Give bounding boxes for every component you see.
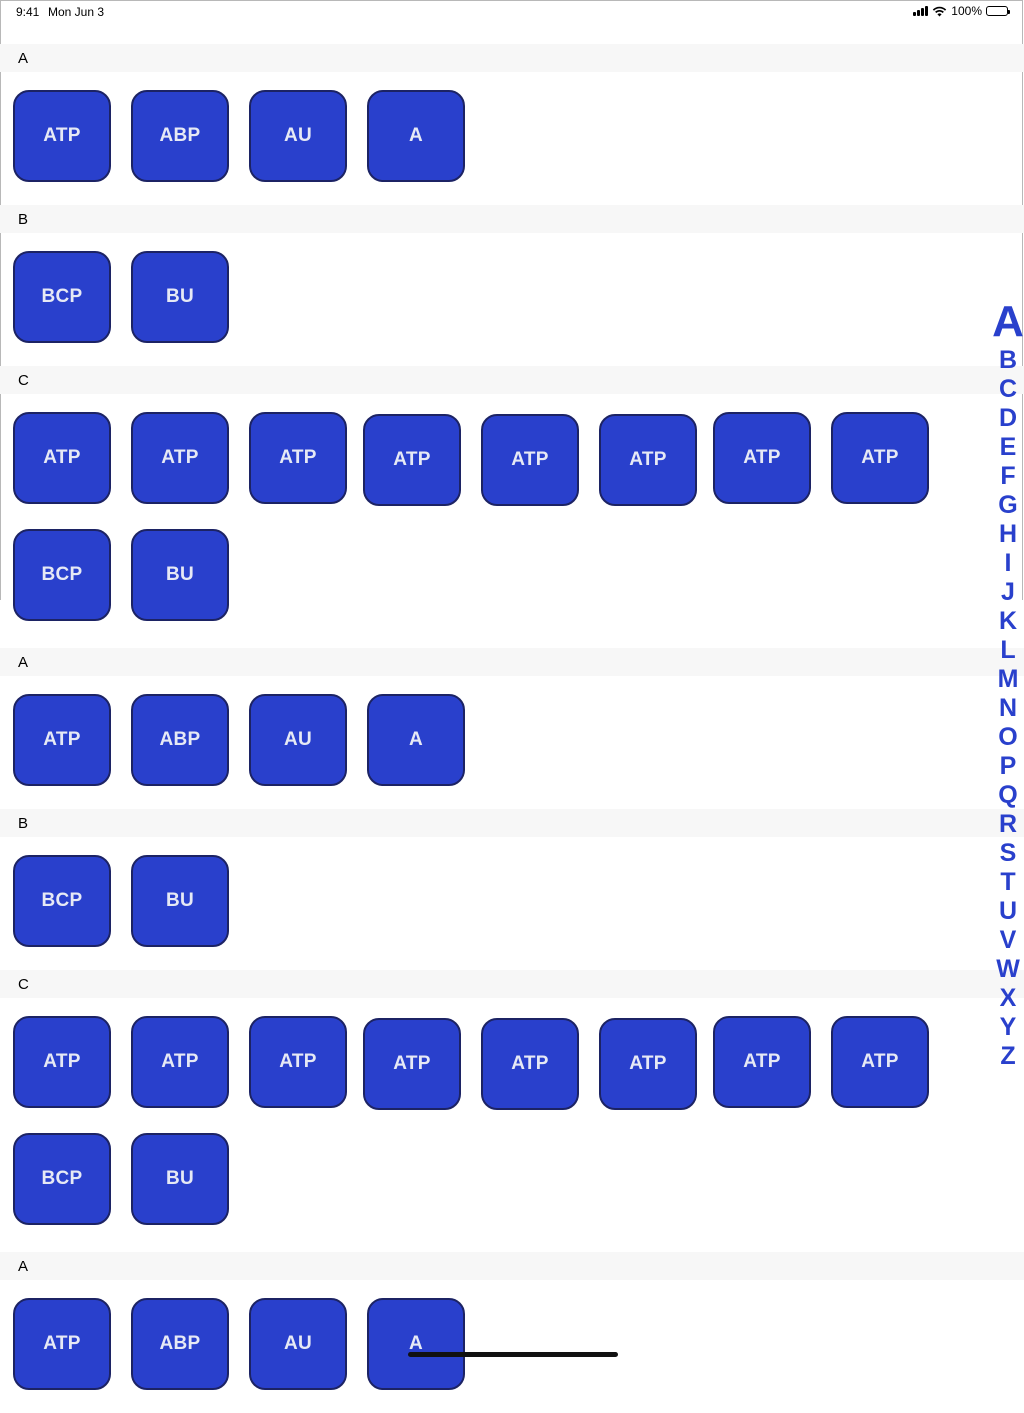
section-title: B <box>18 211 29 228</box>
tile-button[interactable]: ATP <box>131 412 229 504</box>
section-index-letter-r[interactable]: R <box>992 810 1024 839</box>
section-index-letter-n[interactable]: N <box>992 694 1024 723</box>
section-index-letter-i[interactable]: I <box>992 549 1024 578</box>
section-index-letter-l[interactable]: L <box>992 636 1024 665</box>
section-title: C <box>18 372 29 389</box>
tile-button[interactable]: ATP <box>363 414 461 506</box>
battery-icon <box>986 6 1010 16</box>
tile-button[interactable]: ATP <box>713 412 811 504</box>
tile-button[interactable]: ATP <box>481 414 579 506</box>
home-indicator[interactable] <box>408 1352 618 1357</box>
section-header: C <box>0 970 1024 998</box>
section-header: B <box>0 809 1024 837</box>
tile-button[interactable]: BU <box>131 251 229 343</box>
section-tiles: ATP ATP ATP ATP ATP ATP ATP ATP BCP BU <box>0 394 1024 648</box>
section-title: A <box>18 654 29 671</box>
tile-button[interactable]: BU <box>131 1133 229 1225</box>
status-date: Mon Jun 3 <box>48 5 105 19</box>
tile-button[interactable]: ATP <box>249 1016 347 1108</box>
section-index-letter-j[interactable]: J <box>992 578 1024 607</box>
section-index-letter-y[interactable]: Y <box>992 1013 1024 1042</box>
section-index-letter-f[interactable]: F <box>992 462 1024 491</box>
tile-button[interactable]: ATP <box>481 1018 579 1110</box>
tile-button[interactable]: ATP <box>13 90 111 182</box>
section-index-letter-o[interactable]: O <box>992 723 1024 752</box>
section-tiles: ATP ABP AU A <box>0 1280 1024 1413</box>
tile-button[interactable]: A <box>367 694 465 786</box>
tile-button[interactable]: A <box>367 1298 465 1390</box>
status-indicators: 100% <box>913 4 1010 18</box>
section-title: B <box>18 815 29 832</box>
tile-button[interactable]: BCP <box>13 1133 111 1225</box>
section-index-letter-q[interactable]: Q <box>992 781 1024 810</box>
tile-button[interactable]: ATP <box>13 694 111 786</box>
section-tiles: ATP ATP ATP ATP ATP ATP ATP ATP BCP BU <box>0 998 1024 1252</box>
section-tiles: ATP ABP AU A <box>0 676 1024 809</box>
tile-button[interactable]: ATP <box>249 412 347 504</box>
section-title: A <box>18 1258 29 1275</box>
section-list[interactable]: A ATP ABP AU A B BCP BU C ATP ATP ATP ATP ATP ATP ATP AT… <box>0 44 1024 1413</box>
section-index-letter-s[interactable]: S <box>992 839 1024 868</box>
section-index-letter-e[interactable]: E <box>992 433 1024 462</box>
section-index-letter-z[interactable]: Z <box>992 1042 1024 1071</box>
tile-button[interactable]: A <box>367 90 465 182</box>
tile-button[interactable]: BCP <box>13 855 111 947</box>
section-index-letter-m[interactable]: M <box>992 665 1024 694</box>
section-tiles: BCP BU <box>0 233 1024 366</box>
tile-button[interactable]: ATP <box>831 1016 929 1108</box>
section-title: A <box>18 50 29 67</box>
tile-button[interactable]: ATP <box>13 412 111 504</box>
tile-button[interactable]: ATP <box>713 1016 811 1108</box>
section-header: A <box>0 44 1024 72</box>
section-header: B <box>0 205 1024 233</box>
tile-button[interactable]: AU <box>249 1298 347 1390</box>
section-index-letter-u[interactable]: U <box>992 897 1024 926</box>
section-index-letter-v[interactable]: V <box>992 926 1024 955</box>
section-header: C <box>0 366 1024 394</box>
wifi-icon <box>933 6 947 16</box>
status-time: 9:41 <box>16 5 40 19</box>
tile-button[interactable]: ATP <box>131 1016 229 1108</box>
tile-button[interactable]: AU <box>249 90 347 182</box>
section-index-letter-d[interactable]: D <box>992 404 1024 433</box>
cellular-signal-icon <box>913 6 929 16</box>
section-index-letter-k[interactable]: K <box>992 607 1024 636</box>
tile-button[interactable]: ATP <box>363 1018 461 1110</box>
tile-button[interactable]: BCP <box>13 529 111 621</box>
section-index-letter-w[interactable]: W <box>992 955 1024 984</box>
section-index-letter-h[interactable]: H <box>992 520 1024 549</box>
tile-button[interactable]: ABP <box>131 694 229 786</box>
tile-button[interactable]: ATP <box>599 1018 697 1110</box>
tile-button[interactable]: ABP <box>131 90 229 182</box>
tile-button[interactable]: ABP <box>131 1298 229 1390</box>
section-index[interactable]: ABCDEFGHIJKLMNOPQRSTUVWXYZ <box>992 300 1024 1071</box>
tile-button[interactable]: BCP <box>13 251 111 343</box>
tile-button[interactable]: ATP <box>13 1298 111 1390</box>
tile-button[interactable]: ATP <box>599 414 697 506</box>
section-tiles: BCP BU <box>0 837 1024 970</box>
section-index-letter-g[interactable]: G <box>992 491 1024 520</box>
section-tiles: ATP ABP AU A <box>0 72 1024 205</box>
section-index-letter-p[interactable]: P <box>992 752 1024 781</box>
tile-button[interactable]: AU <box>249 694 347 786</box>
section-index-letter-b[interactable]: B <box>992 346 1024 375</box>
tile-button[interactable]: BU <box>131 855 229 947</box>
tile-button[interactable]: BU <box>131 529 229 621</box>
section-header: A <box>0 1252 1024 1280</box>
status-bar: 9:41 Mon Jun 3 100% <box>0 0 1024 24</box>
section-index-letter-x[interactable]: X <box>992 984 1024 1013</box>
tile-button[interactable]: ATP <box>13 1016 111 1108</box>
section-index-letter-a[interactable]: A <box>992 300 1024 344</box>
section-index-letter-c[interactable]: C <box>992 375 1024 404</box>
section-header: A <box>0 648 1024 676</box>
battery-percentage: 100% <box>951 4 982 18</box>
section-title: C <box>18 976 29 993</box>
section-index-letter-t[interactable]: T <box>992 868 1024 897</box>
tile-button[interactable]: ATP <box>831 412 929 504</box>
